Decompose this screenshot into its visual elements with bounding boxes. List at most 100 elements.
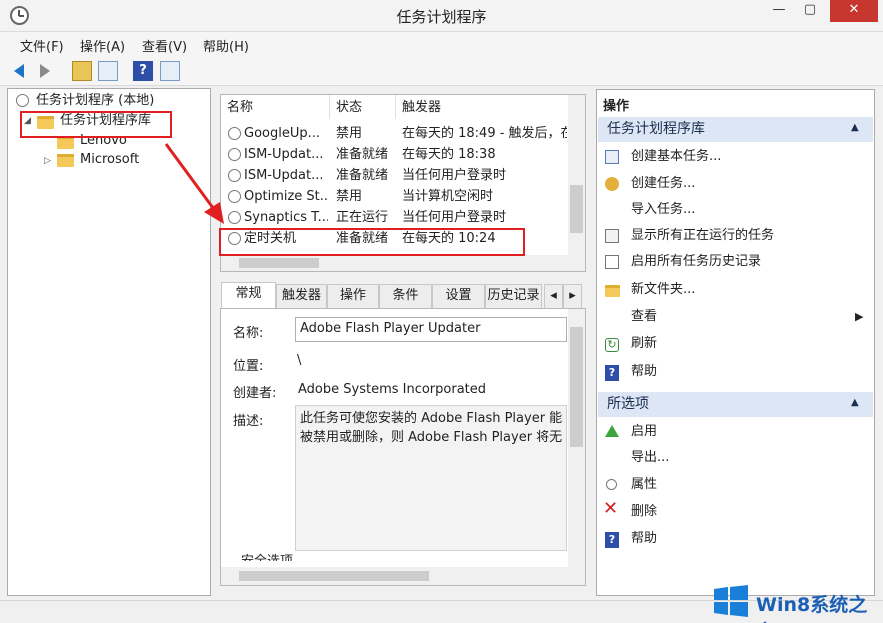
actions-pane: 操作 任务计划程序库 ▲ 创建基本任务... 创建任务... 导入任务... 显…	[596, 89, 875, 596]
annotation-box-library	[20, 111, 172, 138]
create-basic-task-icon	[605, 150, 619, 164]
action-enable-history[interactable]: 启用所有任务历史记录	[631, 249, 761, 275]
action-help[interactable]: 帮助	[631, 359, 657, 385]
column-divider	[395, 95, 396, 119]
help-icon: ?	[605, 532, 619, 548]
actions-title: 操作	[603, 99, 630, 114]
action-create-task[interactable]: 创建任务...	[631, 171, 695, 197]
author-label: 创建者:	[233, 386, 277, 401]
task-name[interactable]: ISM-Updat...	[244, 144, 328, 165]
enable-arrow-icon	[605, 425, 619, 437]
name-label: 名称:	[233, 326, 264, 341]
action-enable[interactable]: 启用	[631, 419, 657, 445]
running-tasks-icon	[605, 229, 619, 243]
folder-up-icon[interactable]	[72, 61, 92, 81]
column-header-name[interactable]: 名称	[227, 97, 253, 119]
watermark-text: Win8系统之家	[756, 594, 868, 623]
task-status: 正在运行	[336, 210, 389, 225]
tab-settings[interactable]: 设置	[432, 284, 485, 308]
column-divider	[329, 95, 330, 119]
task-trigger: 在每天的 18:38	[402, 147, 496, 162]
forward-arrow-icon[interactable]	[40, 64, 50, 78]
location-label: 位置:	[233, 359, 264, 374]
help-icon: ?	[605, 365, 619, 381]
action-view[interactable]: 查看	[631, 304, 657, 330]
task-trigger: 在每天的 18:49 - 触发后，在	[402, 126, 567, 141]
status-bar	[0, 600, 883, 623]
section-label: 任务计划程序库	[607, 121, 705, 137]
new-folder-icon	[605, 285, 620, 297]
tab-history[interactable]: 历史记录	[485, 284, 542, 308]
collapse-arrow-icon[interactable]: ▷	[44, 156, 51, 166]
action-refresh[interactable]: 刷新	[631, 331, 657, 357]
menu-help[interactable]: 帮助(H)	[203, 36, 249, 55]
menu-file[interactable]: 文件(F)	[20, 36, 64, 55]
description-line: 此任务可使您安装的 Adobe Flash Player 能	[300, 411, 562, 426]
security-options-label: 安全选项	[241, 551, 293, 561]
tab-scroll-left-icon[interactable]: ◂	[544, 284, 563, 308]
task-name[interactable]: Synaptics T...	[244, 207, 328, 228]
author-value: Adobe Systems Incorporated	[298, 382, 487, 397]
task-status: 禁用	[336, 126, 363, 141]
list-hscroll-thumb[interactable]	[239, 258, 319, 268]
action-export[interactable]: 导出...	[631, 445, 669, 471]
task-status: 准备就绪	[336, 147, 389, 162]
tab-triggers[interactable]: 触发器	[276, 284, 327, 308]
name-field[interactable]: Adobe Flash Player Updater	[295, 317, 567, 342]
tree-root[interactable]: 任务计划程序 (本地)	[36, 91, 154, 111]
task-name[interactable]: Optimize St...	[244, 186, 328, 207]
task-status: 禁用	[336, 189, 363, 204]
action-properties[interactable]: 属性	[631, 472, 657, 498]
column-header-trigger[interactable]: 触发器	[402, 97, 441, 119]
tab-conditions[interactable]: 条件	[379, 284, 432, 308]
properties-icon	[606, 479, 617, 490]
windows-logo-icon	[714, 585, 748, 617]
menu-view[interactable]: 查看(V)	[142, 36, 187, 55]
menu-action[interactable]: 操作(A)	[80, 36, 125, 55]
details-scroll-thumb[interactable]	[570, 327, 583, 447]
action-help-selected[interactable]: 帮助	[631, 526, 657, 552]
tab-general[interactable]: 常规	[221, 282, 276, 309]
task-trigger: 当任何用户登录时	[402, 210, 507, 225]
tab-actions[interactable]: 操作	[327, 284, 379, 308]
description-label: 描述:	[233, 414, 264, 429]
section-selected-item[interactable]: 所选项	[598, 392, 873, 417]
description-field[interactable]: 此任务可使您安装的 Adobe Flash Player 能 被禁用或删除，则 …	[295, 405, 567, 551]
task-name[interactable]: ISM-Updat...	[244, 165, 328, 186]
action-show-running[interactable]: 显示所有正在运行的任务	[631, 223, 774, 249]
tree-item-microsoft[interactable]: Microsoft	[80, 150, 139, 170]
minimize-button[interactable]: —	[766, 0, 792, 22]
task-clock-icon	[228, 127, 241, 140]
annotation-arrow-icon	[164, 143, 224, 224]
submenu-arrow-icon[interactable]: ▶	[855, 310, 863, 323]
column-header-status[interactable]: 状态	[336, 97, 362, 119]
task-trigger: 当任何用户登录时	[402, 168, 507, 183]
refresh-icon: ↻	[605, 338, 619, 352]
collapse-icon[interactable]: ▲	[851, 122, 859, 133]
menu-bar	[0, 32, 883, 56]
clock-icon	[16, 94, 29, 107]
maximize-button[interactable]: ▢	[797, 0, 823, 22]
history-icon	[605, 255, 619, 269]
action-delete[interactable]: 删除	[631, 499, 657, 525]
task-name[interactable]: GoogleUp...	[244, 123, 328, 144]
list-scroll-thumb[interactable]	[570, 185, 583, 233]
close-button[interactable]: ✕	[830, 0, 878, 22]
task-status: 准备就绪	[336, 168, 389, 183]
delete-icon: ✕	[603, 498, 619, 519]
section-task-library[interactable]: 任务计划程序库	[598, 117, 873, 142]
collapse-icon[interactable]: ▲	[851, 397, 859, 408]
back-arrow-icon[interactable]	[14, 64, 24, 78]
details-hscroll-thumb[interactable]	[239, 571, 429, 581]
show-hide-actions-icon[interactable]	[160, 61, 180, 81]
section-label: 所选项	[607, 396, 649, 412]
description-line: 被禁用或删除，则 Adobe Flash Player 将无	[300, 430, 562, 445]
action-new-folder[interactable]: 新文件夹...	[631, 277, 695, 303]
action-import-task[interactable]: 导入任务...	[631, 197, 695, 223]
help-icon[interactable]: ?	[133, 61, 153, 81]
location-value: \	[297, 353, 302, 368]
annotation-box-task	[219, 228, 525, 256]
action-create-basic-task[interactable]: 创建基本任务...	[631, 144, 721, 170]
show-hide-tree-icon[interactable]	[98, 61, 118, 81]
tab-scroll-right-icon[interactable]: ▸	[563, 284, 582, 308]
